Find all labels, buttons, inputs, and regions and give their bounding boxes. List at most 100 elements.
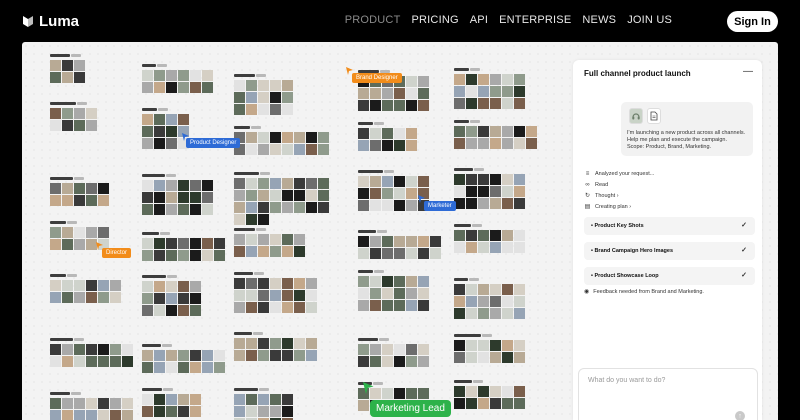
thumbnail-image[interactable] xyxy=(478,186,489,197)
thumbnail-image[interactable] xyxy=(270,290,281,301)
thumbnail-image[interactable] xyxy=(270,104,281,115)
thumbnail-image[interactable] xyxy=(154,180,165,191)
step-creating-plan[interactable]: ▤ Creating plan › xyxy=(584,201,754,212)
thumbnail-image[interactable] xyxy=(294,302,305,313)
thumbnail-image[interactable] xyxy=(142,394,153,405)
thumbnail-image[interactable] xyxy=(74,356,85,367)
thumbnail-image[interactable] xyxy=(294,350,305,361)
thumbnail-image[interactable] xyxy=(270,178,281,189)
task-item[interactable]: • Product Key Shots ✓ xyxy=(584,217,755,235)
thumbnail-image[interactable] xyxy=(166,114,177,125)
thumbnail-image[interactable] xyxy=(98,398,109,409)
thumbnail-image[interactable] xyxy=(502,340,513,351)
thumbnail-image[interactable] xyxy=(502,174,513,185)
thumbnail-image[interactable] xyxy=(454,86,465,97)
thumbnail-image[interactable] xyxy=(178,293,189,304)
thumbnail-image[interactable] xyxy=(98,183,109,194)
thumbnail-image[interactable] xyxy=(154,362,165,373)
thumbnail-image[interactable] xyxy=(358,140,369,151)
thumbnail-image[interactable] xyxy=(234,290,245,301)
thumbnail-image[interactable] xyxy=(382,188,393,199)
thumbnail-image[interactable] xyxy=(62,183,73,194)
thumbnail-image[interactable] xyxy=(154,394,165,405)
thumbnail-image[interactable] xyxy=(370,344,381,355)
thumbnail-image[interactable] xyxy=(142,114,153,125)
thumbnail-image[interactable] xyxy=(142,192,153,203)
thumbnail-image[interactable] xyxy=(270,144,281,155)
thumbnail-image[interactable] xyxy=(490,308,501,319)
thumbnail-image[interactable] xyxy=(142,70,153,81)
thumbnail-image[interactable] xyxy=(98,356,109,367)
thumbnail-image[interactable] xyxy=(454,308,465,319)
thumbnail-image[interactable] xyxy=(190,281,201,292)
thumbnail-image[interactable] xyxy=(166,238,177,249)
thumbnail-image[interactable] xyxy=(50,227,61,238)
minus-icon[interactable]: — xyxy=(743,66,753,77)
thumbnail-image[interactable] xyxy=(514,352,525,363)
thumbnail-image[interactable] xyxy=(514,398,525,409)
thumbnail-image[interactable] xyxy=(406,236,417,247)
thumbnail-image[interactable] xyxy=(110,292,121,303)
thumbnail-image[interactable] xyxy=(502,98,513,109)
thumbnail-image[interactable] xyxy=(202,180,213,191)
thumbnail-image[interactable] xyxy=(154,138,165,149)
thumbnail-image[interactable] xyxy=(246,246,257,257)
thumbnail-image[interactable] xyxy=(50,239,61,250)
thumbnail-image[interactable] xyxy=(418,356,429,367)
thumbnail-image[interactable] xyxy=(202,82,213,93)
thumbnail-image[interactable] xyxy=(142,281,153,292)
thumbnail-image[interactable] xyxy=(358,128,369,139)
thumbnail-image[interactable] xyxy=(190,204,201,215)
thumbnail-image[interactable] xyxy=(178,350,189,361)
thumbnail-image[interactable] xyxy=(258,406,269,417)
thumbnail-image[interactable] xyxy=(382,356,393,367)
thumbnail-image[interactable] xyxy=(166,350,177,361)
thumbnail-image[interactable] xyxy=(466,74,477,85)
thumbnail-image[interactable] xyxy=(190,350,201,361)
thumbnail-image[interactable] xyxy=(154,126,165,137)
thumbnail-image[interactable] xyxy=(466,126,477,137)
thumbnail-image[interactable] xyxy=(478,174,489,185)
thumbnail-image[interactable] xyxy=(394,300,405,311)
thumbnail-image[interactable] xyxy=(454,352,465,363)
thumbnail-image[interactable] xyxy=(306,290,317,301)
thumbnail-image[interactable] xyxy=(190,192,201,203)
thumbnail-image[interactable] xyxy=(50,183,61,194)
thumbnail-image[interactable] xyxy=(270,202,281,213)
thumbnail-image[interactable] xyxy=(454,98,465,109)
thumbnail-image[interactable] xyxy=(258,104,269,115)
thumbnail-image[interactable] xyxy=(478,308,489,319)
thumbnail-image[interactable] xyxy=(502,308,513,319)
thumbnail-image[interactable] xyxy=(258,234,269,245)
thumbnail-image[interactable] xyxy=(418,76,429,87)
thumbnail-image[interactable] xyxy=(50,292,61,303)
thumbnail-image[interactable] xyxy=(166,138,177,149)
thumbnail-image[interactable] xyxy=(430,236,441,247)
thumbnail-image[interactable] xyxy=(294,338,305,349)
thumbnail-image[interactable] xyxy=(178,204,189,215)
thumbnail-image[interactable] xyxy=(62,410,73,420)
thumbnail-image[interactable] xyxy=(406,248,417,259)
thumbnail-image[interactable] xyxy=(270,406,281,417)
thumbnail-image[interactable] xyxy=(270,246,281,257)
thumbnail-image[interactable] xyxy=(62,344,73,355)
thumbnail-image[interactable] xyxy=(234,350,245,361)
thumbnail-image[interactable] xyxy=(234,246,245,257)
thumbnail-image[interactable] xyxy=(358,236,369,247)
thumbnail-image[interactable] xyxy=(454,126,465,137)
thumbnail-image[interactable] xyxy=(370,140,381,151)
thumbnail-image[interactable] xyxy=(246,394,257,405)
thumbnail-image[interactable] xyxy=(382,140,393,151)
thumbnail-image[interactable] xyxy=(166,250,177,261)
thumbnail-image[interactable] xyxy=(234,104,245,115)
thumbnail-image[interactable] xyxy=(478,386,489,397)
thumbnail-image[interactable] xyxy=(142,238,153,249)
thumbnail-image[interactable] xyxy=(454,230,465,241)
thumbnail-image[interactable] xyxy=(86,398,97,409)
thumbnail-image[interactable] xyxy=(154,114,165,125)
thumbnail-image[interactable] xyxy=(166,126,177,137)
thumbnail-image[interactable] xyxy=(86,344,97,355)
nav-link-news[interactable]: NEWS xyxy=(582,14,616,26)
thumbnail-image[interactable] xyxy=(282,92,293,103)
thumbnail-image[interactable] xyxy=(454,284,465,295)
